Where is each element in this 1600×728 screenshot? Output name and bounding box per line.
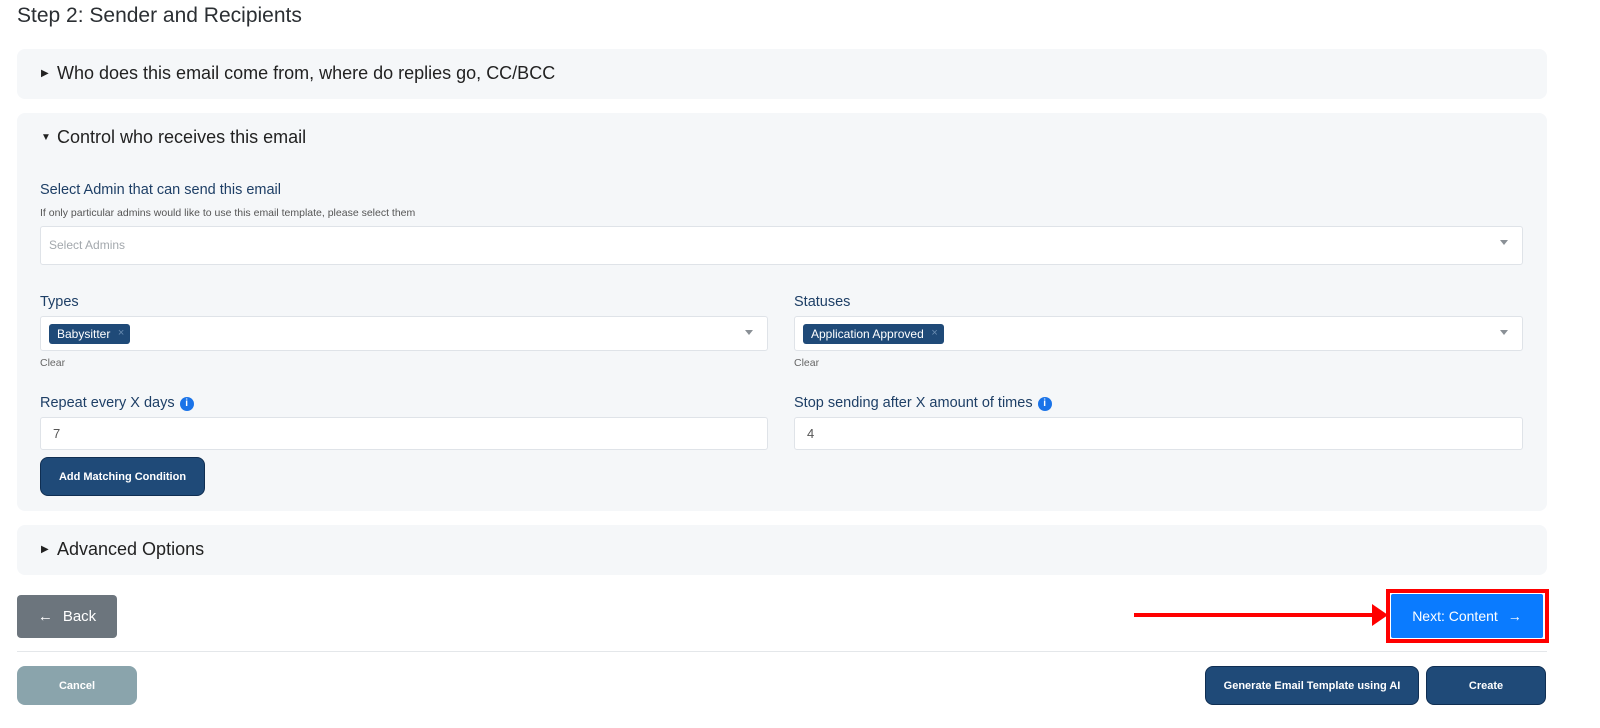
arrow-left-icon: ← <box>37 608 53 625</box>
remove-tag-icon[interactable]: × <box>931 327 937 339</box>
advanced-section-toggle[interactable]: ▶ Advanced Options <box>41 539 204 560</box>
caret-right-icon: ▶ <box>41 544 49 555</box>
admins-select[interactable]: Select Admins <box>40 226 1523 265</box>
remove-tag-icon[interactable]: × <box>118 327 124 339</box>
info-icon[interactable]: i <box>1037 397 1052 411</box>
chevron-down-icon <box>1500 240 1508 245</box>
types-tag: Babysitter × <box>49 324 131 344</box>
admins-label: Select Admin that can send this email <box>40 182 281 198</box>
statuses-clear-link[interactable]: Clear <box>794 357 819 369</box>
generate-ai-template-button[interactable]: Generate Email Template using AI <box>1205 666 1419 705</box>
chevron-down-icon <box>1500 330 1508 335</box>
annotation-arrow-line <box>1134 613 1374 617</box>
types-label: Types <box>40 294 79 310</box>
types-clear-link[interactable]: Clear <box>40 357 65 369</box>
sender-section: ▶ Who does this email come from, where d… <box>17 49 1547 99</box>
types-select[interactable]: Babysitter × <box>40 316 768 351</box>
control-recipients-section: ▼ Control who receives this email Select… <box>17 113 1547 511</box>
stop-label-text: Stop sending after X amount of times <box>794 395 1033 411</box>
statuses-label: Statuses <box>794 294 851 310</box>
add-matching-condition-button[interactable]: Add Matching Condition <box>40 457 205 496</box>
caret-down-icon: ▼ <box>41 132 51 143</box>
arrow-right-icon: → <box>1507 608 1522 624</box>
back-button[interactable]: ← Back <box>17 595 117 638</box>
footer-divider <box>17 651 1547 652</box>
admins-hint: If only particular admins would like to … <box>40 207 416 219</box>
admins-placeholder: Select Admins <box>49 238 126 252</box>
create-button[interactable]: Create <box>1426 666 1546 705</box>
repeat-days-input[interactable]: 7 <box>40 417 768 450</box>
stop-after-value: 4 <box>807 426 815 441</box>
statuses-tag: Application Approved × <box>803 324 944 344</box>
control-section-label: Control who receives this email <box>57 127 307 147</box>
stop-after-input[interactable]: 4 <box>794 417 1523 450</box>
repeat-label-text: Repeat every X days <box>40 395 175 411</box>
next-button-label: Next: Content <box>1412 608 1498 624</box>
statuses-tag-label: Application Approved <box>811 327 924 341</box>
advanced-options-section: ▶ Advanced Options <box>17 525 1547 575</box>
page-title: Step 2: Sender and Recipients <box>17 4 302 27</box>
info-icon[interactable]: i <box>179 397 194 411</box>
types-tag-label: Babysitter <box>57 327 111 341</box>
stop-label: Stop sending after X amount of times i <box>794 395 1052 411</box>
control-section-toggle[interactable]: ▼ Control who receives this email <box>41 127 306 148</box>
next-content-button[interactable]: Next: Content → <box>1391 594 1543 638</box>
repeat-label: Repeat every X days i <box>40 395 194 411</box>
advanced-section-label: Advanced Options <box>57 539 205 559</box>
back-button-label: Back <box>62 608 97 625</box>
chevron-down-icon <box>745 330 753 335</box>
statuses-select[interactable]: Application Approved × <box>794 316 1523 351</box>
caret-right-icon: ▶ <box>41 68 49 79</box>
repeat-days-value: 7 <box>53 426 61 441</box>
cancel-button[interactable]: Cancel <box>17 666 137 705</box>
sender-section-toggle[interactable]: ▶ Who does this email come from, where d… <box>41 63 555 84</box>
sender-section-label: Who does this email come from, where do … <box>57 63 556 83</box>
